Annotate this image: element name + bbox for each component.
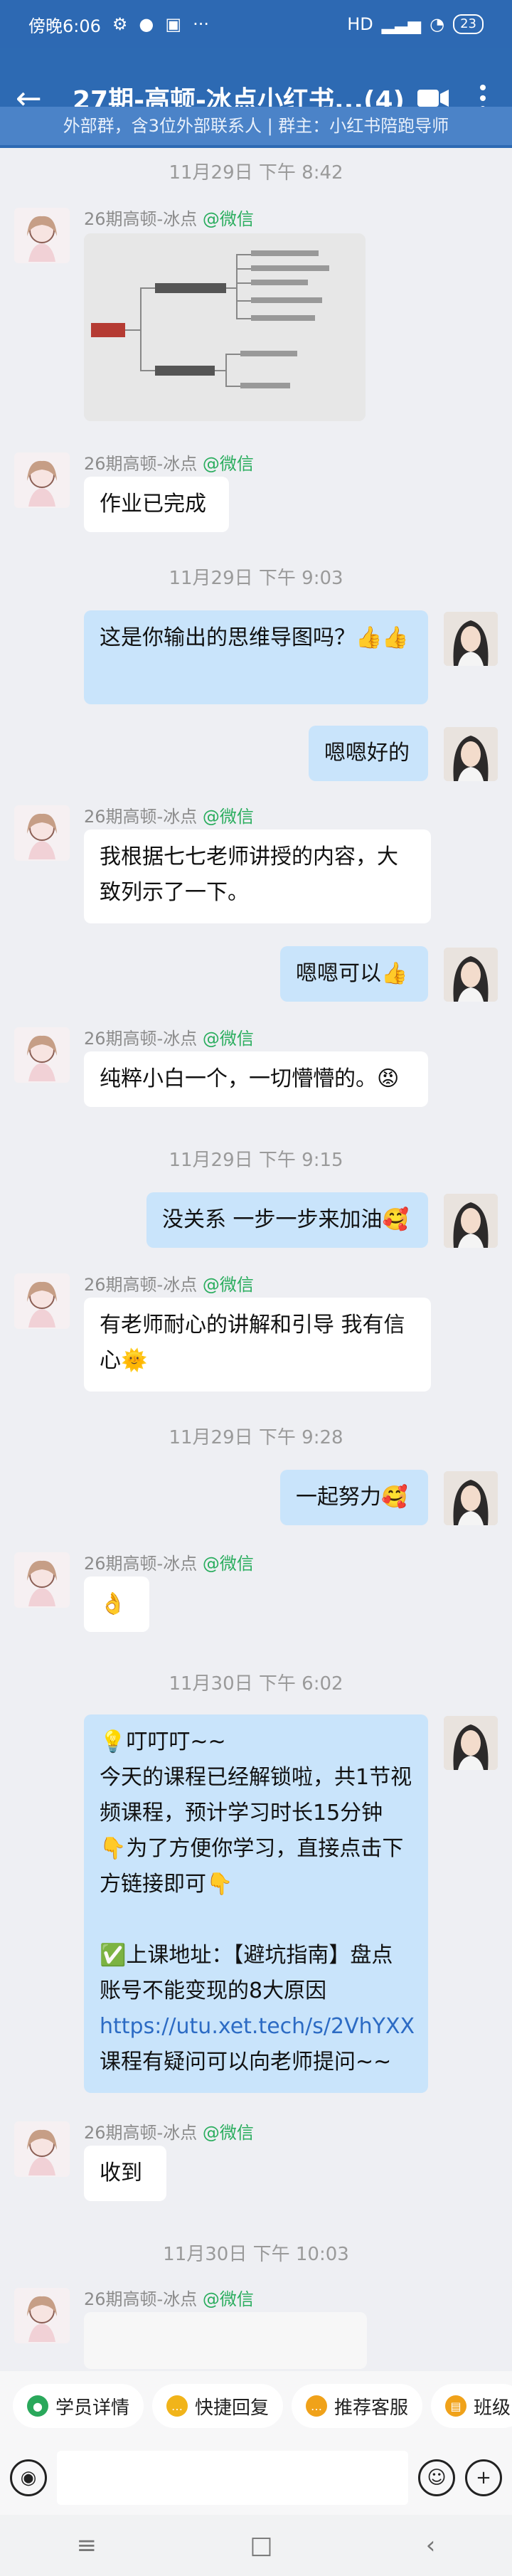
signal-label: HD (347, 14, 373, 34)
menu-icon[interactable]: ≡ (77, 2531, 97, 2560)
timestamp: 11月29日 下午 8:42 (169, 162, 343, 184)
student-details-chip[interactable]: ● 学员详情 (13, 2384, 144, 2428)
message-bubble[interactable]: 收到 (84, 2146, 166, 2201)
avatar-illustration (27, 460, 57, 507)
avatar-photo (444, 1194, 498, 1248)
book-icon: ▤ (445, 2395, 467, 2417)
avatar-illustration (27, 2296, 57, 2342)
notice-line: 课程有疑问可以向老师提问~~ (100, 2050, 392, 2074)
course-notice-bubble[interactable]: 💡叮叮叮~~ 今天的课程已经解锁啦，共1节视频课程，预计学习时长15分钟 👇为了… (84, 1714, 428, 2093)
avatar[interactable] (14, 452, 70, 508)
recommend-service-chip[interactable]: … 推荐客服 (292, 2384, 423, 2428)
message-bubble[interactable]: 我根据七七老师讲授的内容，大致列示了一下。 (84, 829, 431, 923)
message-bubble[interactable]: 有老师耐心的讲解和引导 我有信心🌞 (84, 1298, 431, 1392)
notice-line: 👇为了方便你学习，直接点击下方链接即可👇 (100, 1836, 404, 1897)
mindmap-thumbnail (84, 233, 366, 421)
upload-icon: ▣ (165, 14, 182, 34)
avatar-photo (444, 1716, 498, 1770)
avatar-illustration (27, 1281, 57, 1327)
timestamp: 11月30日 下午 6:02 (169, 1673, 343, 1695)
avatar-illustration (27, 2129, 57, 2175)
message-bubble[interactable]: 嗯嗯可以👍 (280, 946, 428, 1002)
sender-name: 26期高顿-冰点 @微信 (84, 209, 254, 229)
message-bubble[interactable]: 👌 (84, 1576, 149, 1632)
avatar[interactable] (444, 1716, 498, 1770)
avatar[interactable] (444, 1194, 498, 1248)
person-icon: ● (27, 2395, 48, 2417)
avatar[interactable] (14, 1027, 70, 1083)
notice-line: 💡叮叮叮~~ (100, 1729, 226, 1754)
class-chip[interactable]: ▤ 班级 (431, 2384, 512, 2428)
timestamp: 11月29日 下午 9:15 (169, 1150, 343, 1171)
composer: ◉ ☺ + (0, 2441, 512, 2515)
avatar-photo (444, 1471, 498, 1525)
signal-icon: ▂▃▅ (381, 14, 422, 34)
timestamp: 11月29日 下午 9:03 (169, 568, 343, 589)
quick-action-bar: ● 学员详情 … 快捷回复 … 推荐客服 ▤ 班级 (0, 2371, 512, 2441)
home-icon[interactable]: □ (250, 2531, 272, 2560)
avatar[interactable] (14, 805, 70, 861)
avatar-photo (444, 948, 498, 1002)
wechat-icon: ● (139, 14, 154, 34)
sender-name: 26期高顿-冰点 @微信 (84, 807, 254, 827)
avatar[interactable] (444, 1471, 498, 1525)
message-bubble[interactable]: 这是你输出的思维导图吗？👍👍 (84, 610, 428, 704)
avatar-illustration (27, 813, 57, 859)
sender-name: 26期高顿-冰点 @微信 (84, 454, 254, 474)
status-bar: 傍晚6:06 ⚙ ● ▣ ··· HD ▂▃▅ ◔ 23 (0, 0, 512, 48)
message-bubble[interactable]: 嗯嗯好的 (309, 726, 428, 781)
chat-icon: … (166, 2395, 188, 2417)
video-camera-icon (417, 90, 449, 107)
sender-name: 26期高顿-冰点 @微信 (84, 1275, 254, 1295)
avatar[interactable] (14, 2121, 70, 2177)
avatar[interactable] (14, 208, 70, 263)
course-link[interactable]: https://utu.xet.tech/s/2VhYXX (100, 2009, 415, 2045)
battery-indicator: 23 (453, 14, 484, 34)
back-icon[interactable]: ‹ (426, 2531, 436, 2560)
message-bubble[interactable]: 作业已完成 (84, 477, 229, 532)
sender-name: 26期高顿-冰点 @微信 (84, 1029, 254, 1049)
avatar-illustration (27, 1560, 57, 1606)
emoji-icon[interactable]: ☺ (418, 2459, 455, 2496)
avatar[interactable] (444, 612, 498, 666)
group-notice: 外部群，含3位外部联系人 | 群主：小红书陪跑导师 (0, 107, 512, 145)
avatar-photo (444, 727, 498, 781)
timestamp: 11月30日 下午 10:03 (163, 2244, 349, 2265)
more-status-icon: ··· (193, 14, 209, 34)
sender-name: 26期高顿-冰点 @微信 (84, 1554, 254, 1574)
avatar-photo (444, 612, 498, 666)
message-bubble[interactable]: 没关系 一步一步来加油🥰 (146, 1192, 428, 1248)
avatar-illustration (27, 216, 57, 262)
notice-line: ✅上课地址：【避坑指南】盘点账号不能变现的8大原因 (100, 1943, 393, 2003)
message-bubble[interactable]: 纯粹小白一个，一切懵懵的。😡 (84, 1051, 428, 1107)
voice-icon[interactable]: ◉ (10, 2459, 47, 2496)
mindmap-image[interactable] (84, 233, 366, 421)
quick-reply-chip[interactable]: … 快捷回复 (152, 2384, 284, 2428)
avatar[interactable] (14, 1552, 70, 1608)
status-time: 傍晚6:06 (28, 16, 101, 36)
avatar-illustration (27, 1035, 57, 1081)
wifi-icon: ◔ (430, 14, 445, 34)
sender-name: 26期高顿-冰点 @微信 (84, 2289, 254, 2309)
plus-icon[interactable]: + (465, 2459, 502, 2496)
message-bubble[interactable]: 一起努力🥰 (280, 1470, 428, 1525)
chat-icon: … (306, 2395, 328, 2417)
message-input[interactable] (57, 2451, 408, 2505)
sender-name: 26期高顿-冰点 @微信 (84, 2123, 254, 2143)
avatar[interactable] (14, 2288, 70, 2343)
notice-line: 今天的课程已经解锁啦，共1节视频课程，预计学习时长15分钟 (100, 1765, 412, 1825)
system-nav: ≡ □ ‹ (0, 2515, 512, 2576)
avatar[interactable] (444, 727, 498, 781)
loading-message[interactable] (84, 2312, 367, 2369)
avatar[interactable] (14, 1273, 70, 1329)
alarm-off-icon: ⚙ (112, 14, 128, 34)
avatar[interactable] (444, 948, 498, 1002)
timestamp: 11月29日 下午 9:28 (169, 1427, 343, 1448)
